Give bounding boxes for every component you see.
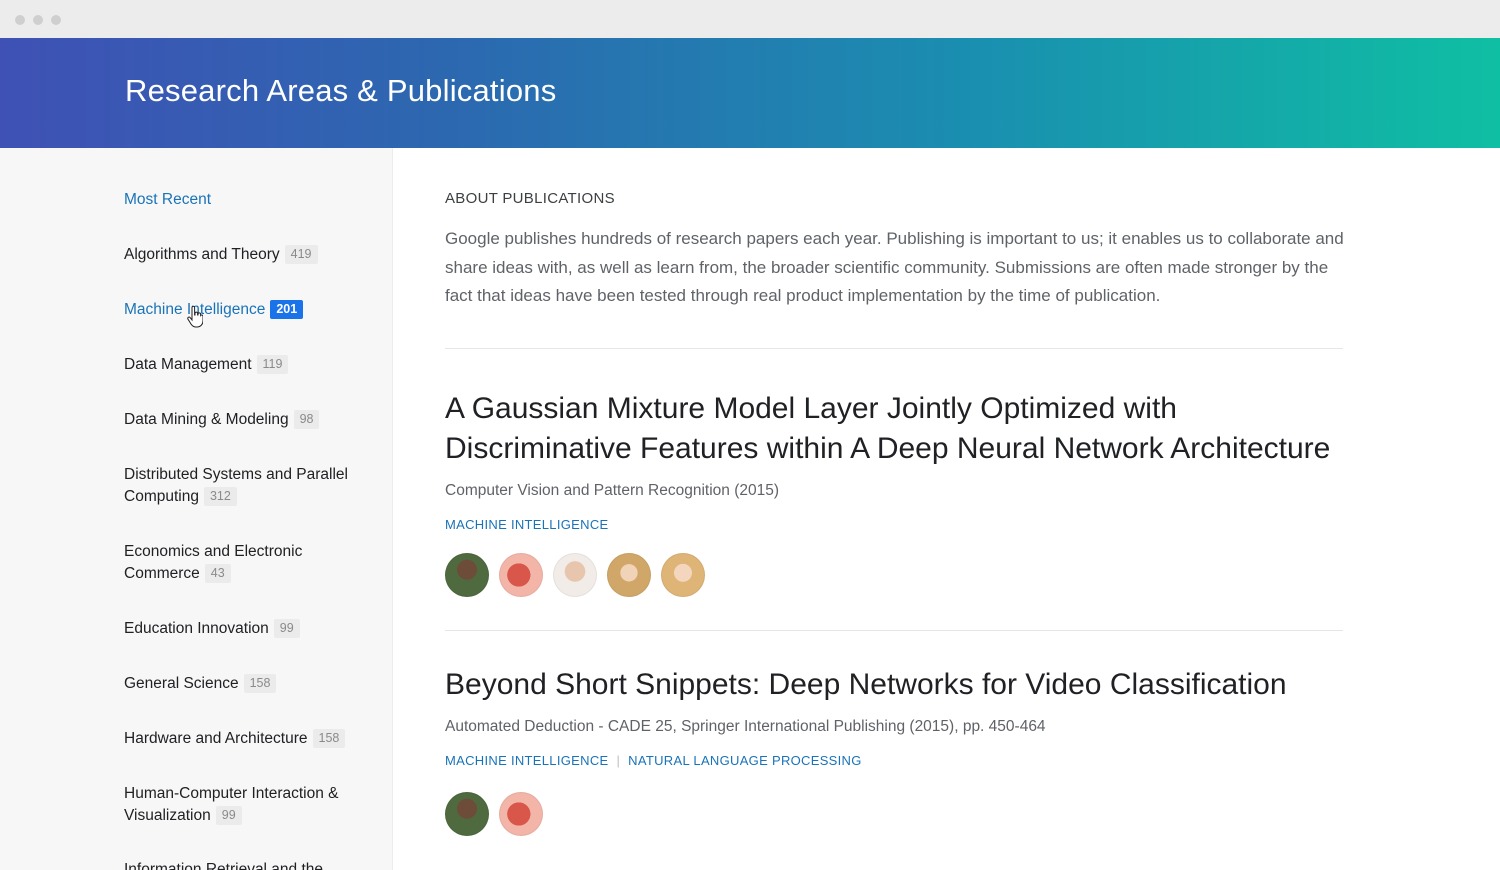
sidebar-item-label: Most Recent xyxy=(124,191,212,208)
count-badge: 312 xyxy=(203,487,237,506)
tag-link[interactable]: MACHINE INTELLIGENCE xyxy=(445,753,608,768)
publications-main: ABOUT PUBLICATIONS Google publishes hund… xyxy=(445,148,1345,870)
avatar[interactable] xyxy=(498,792,543,836)
publication-venue: Automated Deduction - CADE 25, Springer … xyxy=(445,718,1046,735)
about-publications-text: Google publishes hundreds of research pa… xyxy=(445,229,1344,305)
tag-separator: | xyxy=(616,753,621,768)
sidebar-item-algorithms-and-theory[interactable]: Algorithms and Theory 419 xyxy=(124,244,364,266)
avatar[interactable] xyxy=(498,553,543,597)
count-badge: 158 xyxy=(312,729,346,748)
count-badge: 43 xyxy=(204,564,231,583)
research-areas-sidebar: Most Recent Algorithms and Theory 419 Mac… xyxy=(0,148,393,870)
count-badge: 419 xyxy=(284,245,318,264)
section-divider xyxy=(445,630,1343,631)
sidebar-item-label: Data Mining & Modeling xyxy=(124,411,289,428)
avatar[interactable] xyxy=(552,553,597,597)
window-minimize-dot[interactable] xyxy=(33,15,43,25)
count-badge: 119 xyxy=(256,355,289,374)
avatar[interactable] xyxy=(445,553,489,597)
sidebar-item-label: Information Retrieval and the xyxy=(124,861,324,870)
author-avatars xyxy=(445,553,710,597)
page-header: Research Areas & Publications xyxy=(0,38,1500,148)
sidebar-item-most-recent[interactable]: Most Recent xyxy=(124,189,364,211)
window-maximize-dot[interactable] xyxy=(51,15,61,25)
window-titlebar xyxy=(0,0,1500,38)
sidebar-item-machine-intelligence[interactable]: Machine Intelligence 201 xyxy=(124,299,364,321)
sidebar-item-education-innovation[interactable]: Education Innovation 99 xyxy=(124,618,364,640)
sidebar-item-hci-visualization[interactable]: Human-Computer Interaction & Visualizati… xyxy=(124,783,364,827)
author-avatars xyxy=(445,792,548,836)
hand-pointer-cursor-icon xyxy=(187,306,203,328)
count-badge: 201 xyxy=(270,300,304,319)
publication-title[interactable]: Beyond Short Snippets: Deep Networks for… xyxy=(445,665,1345,705)
publication-title[interactable]: A Gaussian Mixture Model Layer Jointly O… xyxy=(445,389,1345,468)
count-badge: 99 xyxy=(273,619,300,638)
tag-link[interactable]: NATURAL LANGUAGE PROCESSING xyxy=(628,753,861,768)
avatar[interactable] xyxy=(660,553,705,597)
window-close-dot[interactable] xyxy=(15,15,25,25)
sidebar-item-hardware-architecture[interactable]: Hardware and Architecture 158 xyxy=(124,728,364,750)
count-badge: 99 xyxy=(215,806,242,825)
sidebar-item-label: Algorithms and Theory xyxy=(124,246,280,263)
about-publications-heading: ABOUT PUBLICATIONS xyxy=(445,190,615,207)
page-title: Research Areas & Publications xyxy=(125,73,557,108)
sidebar-item-data-management[interactable]: Data Management 119 xyxy=(124,354,364,376)
tag-link[interactable]: MACHINE INTELLIGENCE xyxy=(445,517,608,532)
sidebar-item-distributed-systems[interactable]: Distributed Systems and Parallel Computi… xyxy=(124,464,364,508)
sidebar-item-data-mining-modeling[interactable]: Data Mining & Modeling 98 xyxy=(124,409,364,431)
sidebar-item-label: Hardware and Architecture xyxy=(124,730,308,747)
sidebar-item-economics[interactable]: Economics and Electronic Commerce 43 xyxy=(124,541,364,585)
avatar[interactable] xyxy=(445,792,489,836)
sidebar-item-label: Education Innovation xyxy=(124,620,269,637)
publication-tags: MACHINE INTELLIGENCE | NATURAL LANGUAGE PR… xyxy=(445,753,862,768)
sidebar-item-label: General Science xyxy=(124,675,239,692)
sidebar-item-label: Data Management xyxy=(124,356,252,373)
sidebar-item-information-retrieval[interactable]: Information Retrieval and the xyxy=(124,859,364,870)
publication-tags: MACHINE INTELLIGENCE xyxy=(445,517,608,532)
sidebar-item-general-science[interactable]: General Science 158 xyxy=(124,673,364,695)
publication-venue: Computer Vision and Pattern Recognition … xyxy=(445,482,780,499)
count-badge: 98 xyxy=(293,410,320,429)
avatar[interactable] xyxy=(606,553,651,597)
count-badge: 158 xyxy=(243,674,277,693)
section-divider xyxy=(445,348,1343,349)
